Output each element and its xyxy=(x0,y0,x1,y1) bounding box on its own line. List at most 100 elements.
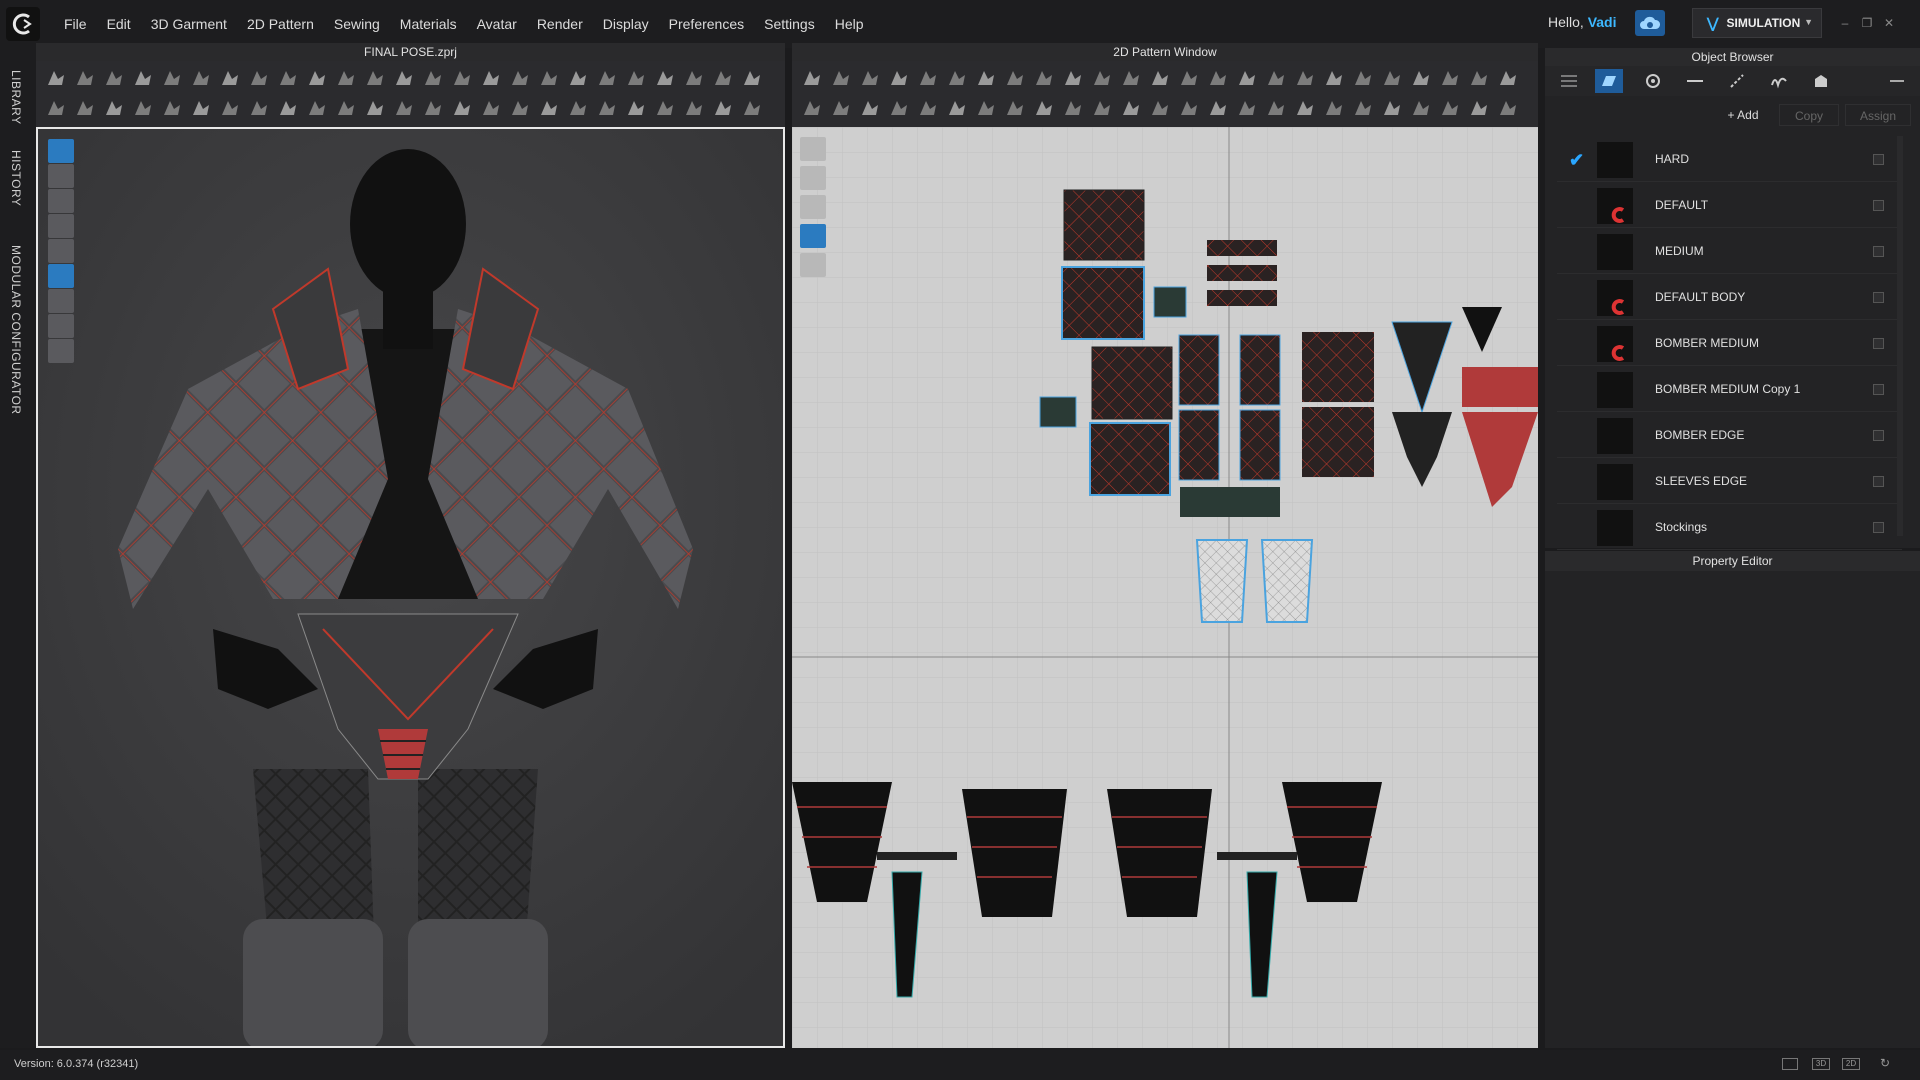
transform-pattern-icon[interactable] xyxy=(682,97,706,119)
transform-pattern-icon[interactable] xyxy=(73,67,97,89)
material-row[interactable]: MEDIUM xyxy=(1557,230,1902,274)
add-point-icon[interactable] xyxy=(392,97,416,119)
add-point-icon[interactable] xyxy=(1148,97,1172,119)
avatar-tool-icon[interactable] xyxy=(595,97,619,119)
material-row[interactable]: BOMBER EDGE xyxy=(1557,414,1902,458)
pin-tool-icon[interactable] xyxy=(624,67,648,89)
2d-pattern-viewport[interactable] xyxy=(792,127,1538,1048)
pin-tool-icon[interactable] xyxy=(1380,67,1404,89)
texture-tool-icon[interactable] xyxy=(1032,97,1056,119)
texture-tool-icon[interactable] xyxy=(1380,97,1404,119)
tab-modular-configurator[interactable]: MODULAR CONFIGURATOR xyxy=(9,245,23,415)
tab-topstitch-icon[interactable] xyxy=(1723,69,1751,93)
transform-pattern-icon[interactable] xyxy=(1438,97,1462,119)
material-row[interactable]: ✔ HARD xyxy=(1557,138,1902,182)
transform-pattern-icon[interactable] xyxy=(334,97,358,119)
edit-pattern-icon[interactable] xyxy=(450,67,474,89)
menu-settings[interactable]: Settings xyxy=(754,0,825,48)
pin-tool-icon[interactable] xyxy=(1032,67,1056,89)
segment-tool-icon[interactable] xyxy=(1293,67,1317,89)
segment-tool-icon[interactable] xyxy=(1206,97,1230,119)
material-options-icon[interactable] xyxy=(1873,522,1884,533)
material-options-icon[interactable] xyxy=(1873,384,1884,395)
material-options-icon[interactable] xyxy=(1873,476,1884,487)
refresh-icon[interactable]: ↻ xyxy=(1880,1056,1890,1070)
shirt-outline-icon[interactable] xyxy=(800,166,826,190)
menu-avatar[interactable]: Avatar xyxy=(467,0,527,48)
avatar-tool-icon[interactable] xyxy=(1351,97,1375,119)
plane-icon[interactable] xyxy=(48,289,74,313)
edit-pattern-icon[interactable] xyxy=(711,97,735,119)
tab-trim-icon[interactable] xyxy=(1681,69,1709,93)
texture-tool-icon[interactable] xyxy=(276,97,300,119)
segment-tool-icon[interactable] xyxy=(102,97,126,119)
add-point-icon[interactable] xyxy=(1496,97,1520,119)
material-options-icon[interactable] xyxy=(1873,292,1884,303)
select-move-tool-icon[interactable] xyxy=(1496,67,1520,89)
add-point-icon[interactable] xyxy=(131,67,155,89)
transform-pattern-icon[interactable] xyxy=(421,67,445,89)
shirt-icon[interactable] xyxy=(48,189,74,213)
curve-point-icon[interactable] xyxy=(421,97,445,119)
segment-tool-icon[interactable] xyxy=(450,97,474,119)
fabric-tool-icon[interactable] xyxy=(800,224,826,248)
fold-tool-icon[interactable] xyxy=(508,97,532,119)
skin-icon[interactable] xyxy=(48,314,74,338)
avatar-tool-icon[interactable] xyxy=(334,67,358,89)
menu-materials[interactable]: Materials xyxy=(390,0,467,48)
select-move-tool-icon[interactable] xyxy=(305,97,329,119)
add-point-icon[interactable] xyxy=(800,97,824,119)
material-options-icon[interactable] xyxy=(1873,338,1884,349)
texture-tool-icon[interactable] xyxy=(624,97,648,119)
3d-viewport[interactable] xyxy=(36,127,785,1048)
menu-sewing[interactable]: Sewing xyxy=(324,0,390,48)
sewing-tool-icon[interactable] xyxy=(479,97,503,119)
texture-tool-icon[interactable] xyxy=(1467,67,1491,89)
pin-tool-icon[interactable] xyxy=(1293,97,1317,119)
select-move-tool-icon[interactable] xyxy=(653,97,677,119)
select-move-tool-icon[interactable] xyxy=(1409,97,1433,119)
segment-tool-icon[interactable] xyxy=(858,97,882,119)
tab-fabric-icon[interactable] xyxy=(1595,69,1623,93)
avatar-tool-icon[interactable] xyxy=(682,67,706,89)
restore-icon[interactable]: ❐ xyxy=(1860,16,1874,30)
curve-point-icon[interactable] xyxy=(73,97,97,119)
fabric-texture-icon[interactable] xyxy=(48,264,74,288)
select-move-tool-icon[interactable] xyxy=(1148,67,1172,89)
texture-tool-icon[interactable] xyxy=(711,67,735,89)
sewing-tool-icon[interactable] xyxy=(566,67,590,89)
avatar-tool-icon[interactable] xyxy=(1003,97,1027,119)
edit-pattern-icon[interactable] xyxy=(858,67,882,89)
layout-single-icon[interactable] xyxy=(1782,1058,1798,1070)
add-point-icon[interactable] xyxy=(1235,67,1259,89)
menu-preferences[interactable]: Preferences xyxy=(659,0,754,48)
curve-point-icon[interactable] xyxy=(160,67,184,89)
sewing-tool-icon[interactable] xyxy=(1322,67,1346,89)
menu-edit[interactable]: Edit xyxy=(97,0,141,48)
curve-point-icon[interactable] xyxy=(829,97,853,119)
avatar-tool-icon[interactable] xyxy=(1090,67,1114,89)
edit-pattern-icon[interactable] xyxy=(1206,67,1230,89)
brush-tool-icon[interactable] xyxy=(800,137,826,161)
select-move-tool-icon[interactable] xyxy=(392,67,416,89)
material-row[interactable]: SLEEVES EDGE xyxy=(1557,460,1902,504)
material-row[interactable]: BOMBER MEDIUM xyxy=(1557,322,1902,366)
add-point-icon[interactable] xyxy=(740,97,764,119)
tab-button-icon[interactable] xyxy=(1639,69,1667,93)
sewing-tool-icon[interactable] xyxy=(1235,97,1259,119)
curve-point-icon[interactable] xyxy=(1177,97,1201,119)
tab-list-icon[interactable] xyxy=(1555,69,1583,93)
transform-pattern-icon[interactable] xyxy=(1177,67,1201,89)
material-row[interactable]: DEFAULT xyxy=(1557,184,1902,228)
select-move-tool-icon[interactable] xyxy=(800,67,824,89)
tab-history[interactable]: HISTORY xyxy=(9,150,23,206)
lock-icon[interactable] xyxy=(800,253,826,277)
add-point-icon[interactable] xyxy=(479,67,503,89)
fold-tool-icon[interactable] xyxy=(247,67,271,89)
menu-display[interactable]: Display xyxy=(593,0,659,48)
fold-tool-icon[interactable] xyxy=(916,97,940,119)
fold-tool-icon[interactable] xyxy=(160,97,184,119)
material-options-icon[interactable] xyxy=(1873,200,1884,211)
tab-library[interactable]: LIBRARY xyxy=(9,70,23,125)
pin-tool-icon[interactable] xyxy=(537,97,561,119)
